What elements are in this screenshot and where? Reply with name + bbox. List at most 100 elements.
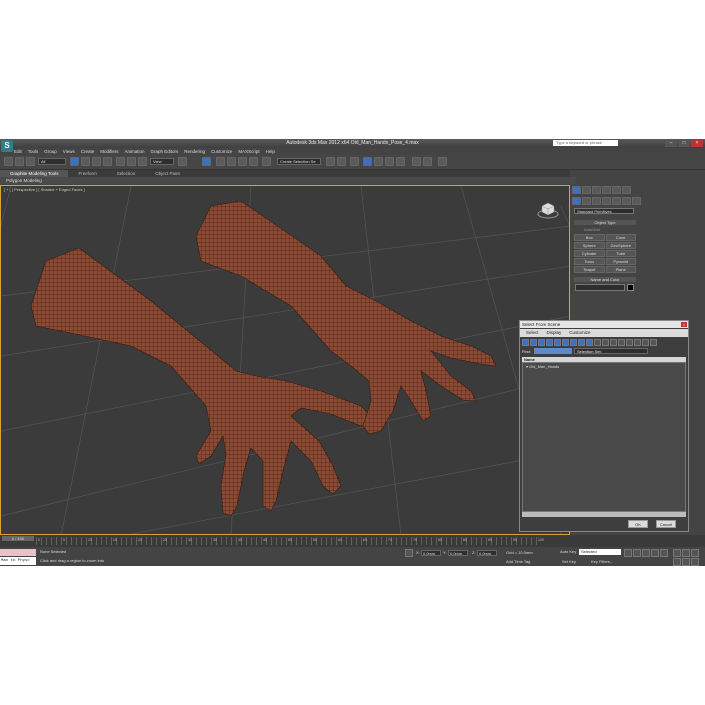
selection-set-dropdown[interactable]: Selection Set: [574, 348, 648, 354]
display-xrefs-icon[interactable] [578, 339, 585, 346]
display-groups-icon[interactable] [570, 339, 577, 346]
dialog-menu-select[interactable]: Select [526, 329, 539, 337]
filter-icon[interactable] [650, 339, 657, 346]
pyramid-button[interactable]: Pyramid [605, 258, 636, 265]
menu-rendering[interactable]: Rendering [184, 148, 205, 155]
autogrid-checkbox[interactable]: AutoGrid [584, 227, 600, 232]
material-editor-icon[interactable] [396, 157, 405, 166]
app-logo[interactable]: S [1, 140, 13, 152]
display-shapes-icon[interactable] [530, 339, 537, 346]
render-production-icon[interactable] [438, 157, 447, 166]
field-of-view-icon[interactable] [673, 558, 681, 566]
auto-key-label[interactable]: Auto Key [560, 549, 576, 554]
selection-filter-dropdown[interactable]: All [38, 158, 66, 165]
rendered-frame-icon[interactable] [423, 157, 432, 166]
object-color-swatch[interactable] [627, 284, 634, 291]
select-none-icon[interactable] [626, 339, 633, 346]
spinner-snap-icon[interactable] [238, 157, 247, 166]
rotate-icon[interactable] [127, 157, 136, 166]
scale-icon[interactable] [138, 157, 147, 166]
set-key-label[interactable]: Set Key [562, 559, 576, 564]
render-setup-icon[interactable] [412, 157, 421, 166]
display-lights-icon[interactable] [538, 339, 545, 346]
link-icon[interactable] [26, 157, 35, 166]
primitive-type-dropdown[interactable]: Standard Primitives [574, 208, 634, 214]
add-time-tag[interactable]: Add Time Tag [506, 559, 530, 564]
utilities-tab-icon[interactable] [622, 186, 631, 194]
zoom-icon[interactable] [673, 549, 681, 557]
tab-selection[interactable]: Selection [107, 170, 146, 177]
menu-animation[interactable]: Animation [125, 148, 145, 155]
select-by-name-icon[interactable] [81, 157, 90, 166]
go-to-start-icon[interactable] [624, 549, 632, 557]
shapes-icon[interactable] [582, 197, 591, 205]
previous-frame-icon[interactable] [633, 549, 641, 557]
select-object-icon[interactable] [70, 157, 79, 166]
window-crossing-icon[interactable] [103, 157, 112, 166]
horizontal-scrollbar[interactable] [522, 512, 686, 517]
angle-snap-icon[interactable] [216, 157, 225, 166]
hierarchy-tab-icon[interactable] [592, 186, 601, 194]
invert-display-icon[interactable] [610, 339, 617, 346]
minimize-icon[interactable]: – [665, 140, 677, 147]
find-input[interactable] [534, 348, 572, 354]
curve-editor-icon[interactable] [374, 157, 383, 166]
cylinder-button[interactable]: Cylinder [574, 250, 605, 257]
modify-tab-icon[interactable] [582, 186, 591, 194]
next-frame-icon[interactable] [651, 549, 659, 557]
search-input[interactable]: Type a keyword or phrase [553, 140, 618, 146]
torus-button[interactable]: Torus [574, 258, 605, 265]
pivot-icon[interactable] [178, 157, 187, 166]
graphite-toggle-icon[interactable] [363, 157, 372, 166]
menu-graph-editors[interactable]: Graph Editors [151, 148, 179, 155]
reference-coordinate-dropdown[interactable]: View [150, 158, 174, 165]
close-icon[interactable]: × [691, 140, 703, 147]
rectangle-region-icon[interactable] [92, 157, 101, 166]
cone-button[interactable]: Cone [605, 234, 636, 241]
key-mode-dropdown[interactable]: Selected [579, 549, 621, 555]
mirror-tool-icon[interactable] [326, 157, 335, 166]
time-slider[interactable]: 0 / 100 [2, 536, 34, 541]
layer-manager-icon[interactable] [350, 157, 359, 166]
ok-button[interactable]: OK [628, 520, 648, 528]
play-icon[interactable] [642, 549, 650, 557]
menu-group[interactable]: Group [44, 148, 57, 155]
create-tab-icon[interactable] [572, 186, 581, 194]
redo-icon[interactable] [15, 157, 24, 166]
menu-modifiers[interactable]: Modifiers [100, 148, 118, 155]
dialog-menu-customize[interactable]: Customize [569, 329, 590, 337]
systems-icon[interactable] [632, 197, 641, 205]
perspective-viewport[interactable]: [ + ] [ Perspective ] [ Shaded + Edged F… [0, 185, 570, 535]
plane-button[interactable]: Plane [605, 266, 636, 273]
dialog-close-icon[interactable]: × [681, 322, 687, 327]
menu-edit[interactable]: Edit [14, 148, 22, 155]
maximize-viewport-icon[interactable] [691, 558, 699, 566]
lock-selection-icon[interactable] [405, 549, 413, 557]
menu-views[interactable]: Views [63, 148, 75, 155]
tab-freeform[interactable]: Freeform [68, 170, 106, 177]
pan-view-icon[interactable] [691, 549, 699, 557]
align-icon[interactable] [337, 157, 346, 166]
zoom-all-icon[interactable] [682, 549, 690, 557]
lights-icon[interactable] [592, 197, 601, 205]
orbit-icon[interactable] [682, 558, 690, 566]
name-and-color-rollout[interactable]: Name and Color [574, 277, 636, 282]
tab-graphite-modeling-tools[interactable]: Graphite Modeling Tools [0, 170, 69, 177]
viewcube-icon[interactable] [537, 198, 559, 220]
menu-help[interactable]: Help [266, 148, 275, 155]
geosphere-button[interactable]: GeoSphere [605, 242, 636, 249]
maxscript-mini-listener[interactable]: Max to Physc [0, 557, 36, 565]
menu-create[interactable]: Create [81, 148, 95, 155]
list-item[interactable]: ▾ Old_Man_Hands [526, 364, 559, 369]
menu-customize[interactable]: Customize [211, 148, 232, 155]
display-spacewarps-icon[interactable] [562, 339, 569, 346]
space-warps-icon[interactable] [622, 197, 631, 205]
dialog-menu-display[interactable]: Display [547, 329, 562, 337]
box-button[interactable]: Box [574, 234, 605, 241]
tab-object-paint[interactable]: Object Paint [145, 170, 190, 177]
select-invert-icon[interactable] [634, 339, 641, 346]
snap-toggle-icon[interactable] [202, 157, 211, 166]
object-name-field[interactable] [575, 284, 625, 291]
key-filters-button[interactable]: Key Filters... [591, 559, 613, 564]
menu-tools[interactable]: Tools [28, 148, 39, 155]
